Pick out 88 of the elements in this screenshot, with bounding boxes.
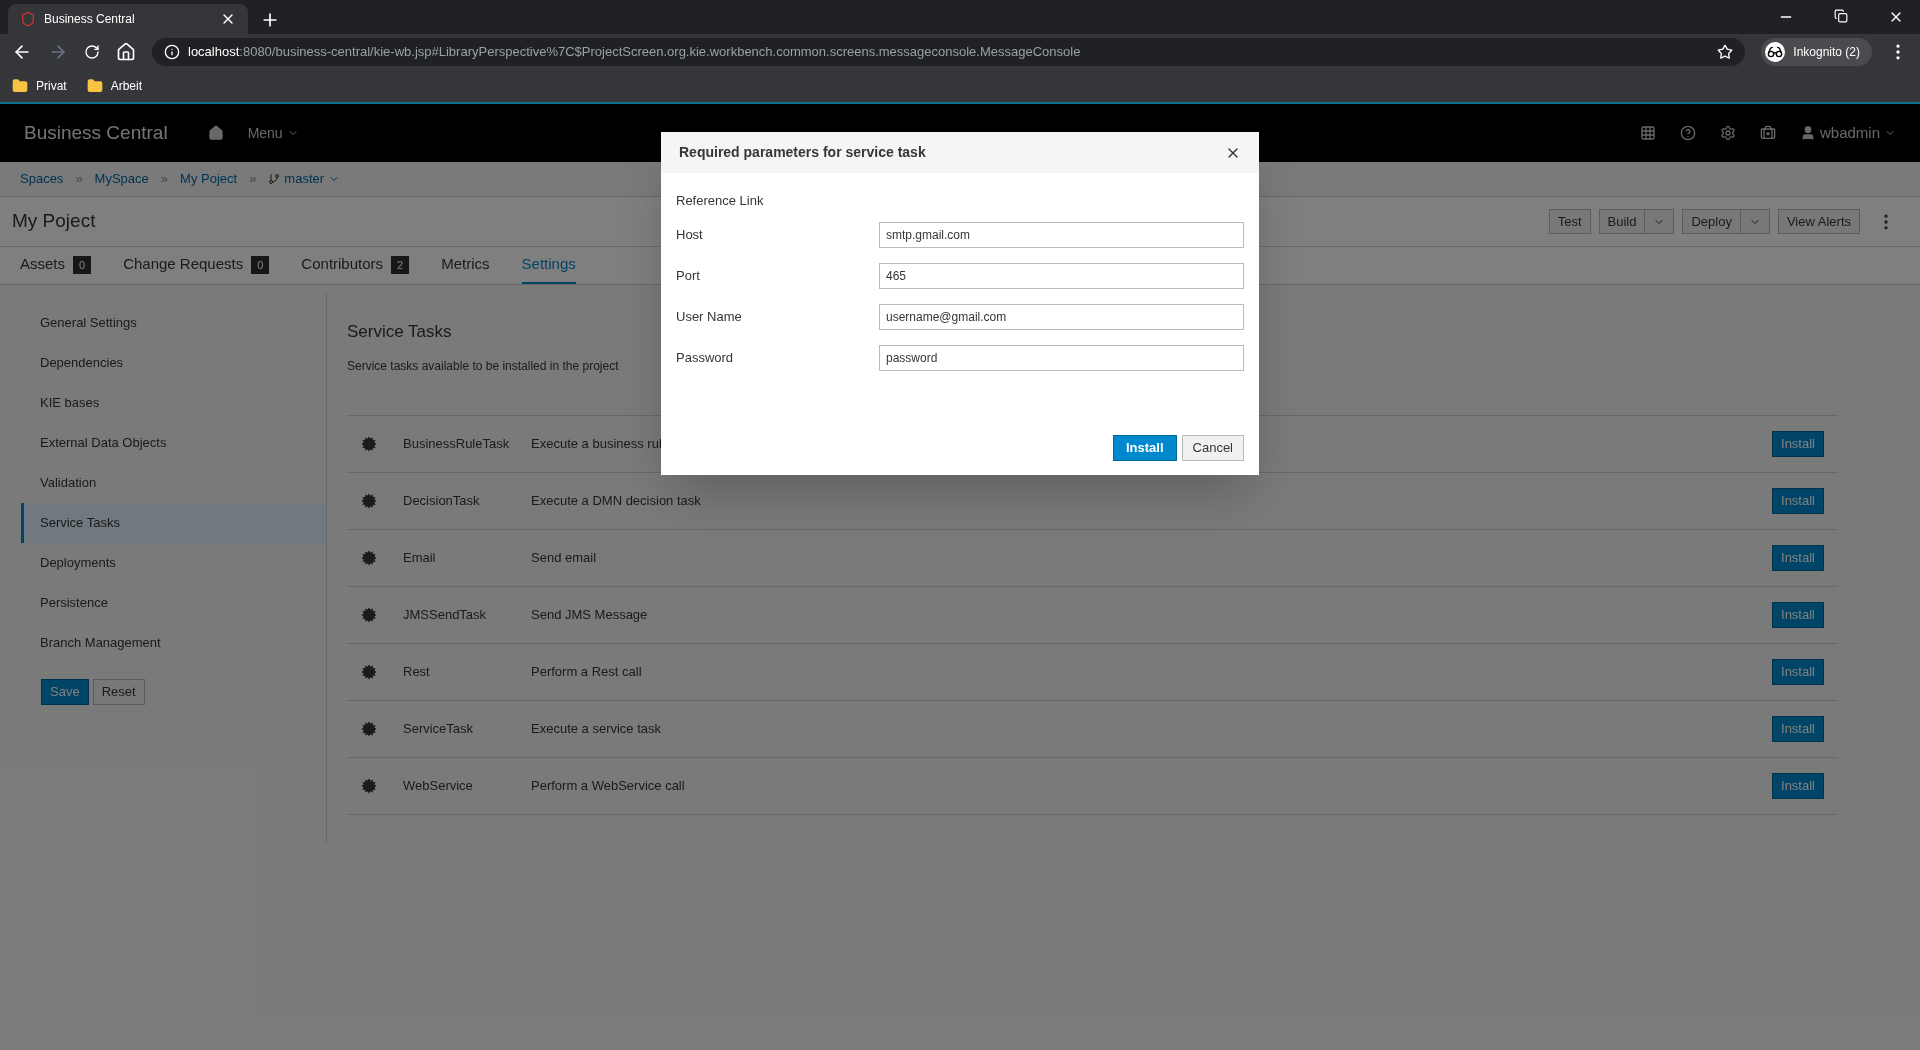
reload-icon[interactable] — [84, 44, 100, 60]
field-label: Port — [676, 267, 701, 286]
field-label: Password — [676, 349, 735, 368]
tab-title: Business Central — [44, 11, 136, 27]
text-field[interactable]: 465 — [879, 263, 1244, 289]
reference-link[interactable]: Reference Link — [676, 191, 1244, 213]
task-name: JMSSendTask — [403, 605, 488, 624]
section-title: Service Tasks — [347, 321, 453, 343]
profile-button[interactable]: Inkognito (2) — [1761, 38, 1872, 66]
apps-grid-icon[interactable] — [1639, 125, 1656, 141]
folder-icon — [86, 78, 103, 94]
sidebar-item[interactable]: External Data Objects — [21, 423, 326, 463]
breadcrumb-link[interactable]: My Poject — [180, 169, 238, 189]
text-field[interactable]: password — [879, 345, 1244, 371]
reset-button[interactable]: Reset — [92, 679, 145, 705]
breadcrumb-link[interactable]: MySpace — [94, 169, 149, 189]
install-button[interactable]: Install — [1772, 430, 1824, 457]
tab[interactable]: Metrics — [441, 247, 490, 284]
tab[interactable]: Contributors 2 — [301, 247, 410, 284]
dialog-title: Required parameters for service task — [679, 143, 927, 162]
task-name: BusinessRuleTask — [403, 434, 511, 453]
task-description: Perform a WebService call — [531, 777, 685, 793]
install-button[interactable]: Install — [1772, 601, 1824, 628]
info-icon — [164, 44, 180, 60]
field-label: Host — [676, 226, 704, 245]
browser-tab[interactable]: Business Central — [8, 4, 248, 34]
task-description: Execute a DMN decision task — [531, 492, 701, 508]
task-description: Send email — [531, 549, 597, 565]
text-field[interactable]: username@gmail.com — [879, 304, 1244, 330]
bookmark[interactable]: Arbeit — [86, 78, 143, 94]
sidebar-item[interactable]: Service Tasks — [21, 503, 326, 543]
toolbar-button[interactable]: Test — [1549, 210, 1590, 233]
url-text: localhost:8080/business-central/kie-wb.jsp#LibraryPerspective%7C$ProjectScreen.org.kie.workbench.common.screens.messageconsole.MessageConsole — [188, 43, 1082, 62]
tab[interactable]: Change Requests 0 — [123, 247, 270, 284]
count-badge: 2 — [391, 255, 410, 274]
sidebar-item[interactable]: General Settings — [21, 303, 326, 343]
menu-dropdown[interactable]: Menu — [247, 123, 299, 143]
incognito-icon — [1767, 44, 1784, 60]
toolbar-button[interactable]: View Alerts — [1778, 210, 1859, 233]
bookmark[interactable]: Privat — [12, 78, 67, 94]
branch-icon — [268, 173, 281, 185]
user-menu[interactable]: wbadmin — [1799, 121, 1896, 145]
install-button[interactable]: Install — [1772, 658, 1824, 685]
section-description: Service tasks available to be installed in the project — [347, 357, 619, 375]
tab[interactable]: Settings — [521, 247, 576, 284]
install-button[interactable]: Install — [1772, 487, 1824, 514]
branch-selector[interactable]: master — [268, 169, 341, 189]
sidebar-item[interactable]: Dependencies — [21, 343, 326, 383]
toolbar-button[interactable]: Build — [1599, 210, 1645, 233]
task-name: WebService — [403, 776, 474, 795]
breadcrumb-separator: » — [160, 170, 169, 189]
task-name: Email — [403, 548, 437, 567]
help-icon[interactable] — [1679, 125, 1696, 141]
breadcrumb-link[interactable]: Spaces — [20, 169, 64, 189]
field-label: User Name — [676, 308, 743, 327]
task-description: Execute a business rul — [531, 435, 662, 451]
settings-icon[interactable] — [1719, 125, 1736, 141]
install-button[interactable]: Install — [1772, 544, 1824, 571]
sidebar-item[interactable]: KIE bases — [21, 383, 326, 423]
install-button[interactable]: Install — [1112, 435, 1177, 461]
project-title: My Poject — [12, 209, 96, 234]
bookmark-star-icon[interactable] — [1717, 44, 1734, 60]
restore-icon[interactable] — [1834, 9, 1848, 23]
count-badge: 0 — [251, 255, 270, 274]
tab[interactable]: Assets 0 — [20, 247, 92, 284]
sidebar-item[interactable]: Persistence — [21, 583, 326, 623]
folder-icon — [12, 78, 28, 94]
breadcrumb-separator: » — [249, 170, 257, 189]
address-bar[interactable]: localhost:8080/business-central/kie-wb.jsp#LibraryPerspective%7C$ProjectScreen.org.kie.workbench.common.screens.messageconsole.MessageConsole — [152, 38, 1746, 66]
task-description: Execute a service task — [531, 720, 662, 736]
task-name: DecisionTask — [403, 491, 481, 510]
sidebar-item[interactable]: Validation — [21, 463, 326, 503]
install-button[interactable]: Install — [1772, 715, 1824, 742]
briefcase-icon[interactable] — [1759, 125, 1776, 141]
task-description: Perform a Rest call — [531, 663, 642, 679]
brand-title[interactable]: Business Central — [24, 118, 168, 148]
task-name: ServiceTask — [403, 719, 475, 738]
sidebar-item[interactable]: Deployments — [21, 543, 326, 583]
cancel-button[interactable]: Cancel — [1181, 435, 1244, 461]
task-description: Send JMS Message — [531, 606, 648, 622]
save-button[interactable]: Save — [41, 679, 89, 705]
task-name: Rest — [403, 662, 431, 681]
sidebar-item[interactable]: Branch Management — [21, 623, 326, 663]
toolbar-button[interactable]: Deploy — [1683, 210, 1740, 233]
install-button[interactable]: Install — [1772, 772, 1824, 799]
count-badge: 0 — [73, 255, 92, 274]
breadcrumb-separator: » — [75, 170, 83, 189]
text-field[interactable]: smtp.gmail.com — [879, 222, 1244, 248]
